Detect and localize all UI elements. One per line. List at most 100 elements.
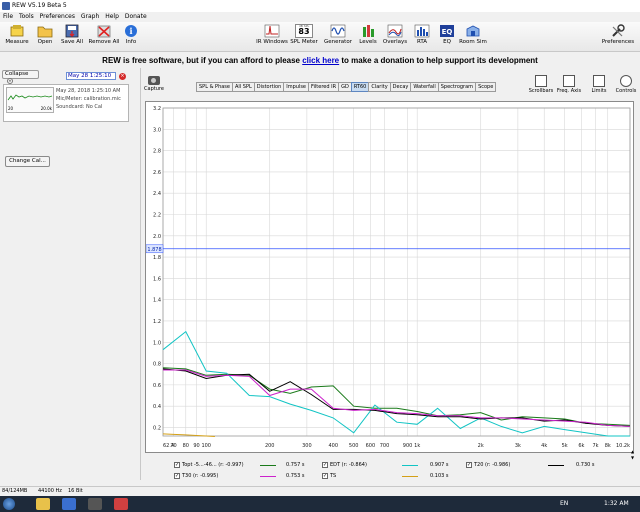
scrollbars-button[interactable]: Scrollbars	[528, 74, 554, 98]
generator-button[interactable]: Generator	[322, 24, 354, 51]
tab-decay[interactable]: Decay	[389, 82, 412, 92]
legend-t20-checkbox[interactable]: ✓	[466, 461, 472, 468]
donate-link[interactable]: click here	[302, 56, 339, 65]
tab-scope[interactable]: Scope	[475, 82, 497, 92]
x-tick-label: 90	[193, 443, 199, 449]
ir-windows-button[interactable]: IR Windows	[256, 24, 288, 51]
change-cal-button[interactable]: Change Cal...	[5, 156, 50, 167]
legend-t30[interactable]: ✓ T30 (r: -0.995) 0.753 s	[174, 472, 305, 481]
y-tick-label: 1.6	[153, 276, 161, 282]
legend-t20-swatch	[548, 465, 564, 466]
overlays-button[interactable]: Overlays	[381, 24, 409, 51]
x-tick-label: 300	[302, 443, 312, 449]
remove-all-icon	[96, 24, 112, 38]
tab-spl-phase[interactable]: SPL & Phase	[196, 82, 233, 92]
legend-t30-name: T30 (r: -0.995)	[182, 473, 219, 479]
controls-icon	[620, 75, 632, 87]
legend-ts-name: TS	[330, 473, 337, 479]
legend-topt-checkbox[interactable]: ✓	[174, 461, 180, 468]
app-taskbar-icon[interactable]	[88, 498, 102, 510]
tab-waterfall[interactable]: Waterfall	[410, 82, 439, 92]
room-sim-button[interactable]: Room Sim	[458, 24, 488, 51]
scroll-up-icon[interactable]: ▲	[631, 449, 634, 454]
y-tick-label: 0.4	[153, 404, 161, 410]
legend-edt-checkbox[interactable]: ✓	[322, 461, 328, 468]
legend-topt[interactable]: ✓ Topt -5...-46... (r: -0.997) 0.757 s	[174, 461, 305, 470]
browser-taskbar-icon[interactable]	[62, 498, 76, 510]
preferences-button[interactable]: Preferences	[600, 24, 636, 51]
rt60-chart: 3.2 3.0 2.8 2.6 2.4 2.2 2.0 1.8 1.6 1.4 1.2 1.0 0.8 0…	[146, 106, 631, 449]
rta-button[interactable]: RTA	[408, 24, 436, 51]
y-tick-label: 1.2	[153, 319, 161, 325]
scrollbars-label: Scrollbars	[528, 88, 554, 94]
y-tick-label: 3.0	[153, 127, 161, 133]
menu-graph[interactable]: Graph	[81, 13, 99, 20]
menu-bar: File Tools Preferences Graph Help Donate	[0, 12, 640, 22]
collapse-button[interactable]: Collapse «	[2, 70, 39, 84]
legend-ts[interactable]: ✓ TS 0.103 s	[322, 472, 449, 481]
graph-scroll-arrows[interactable]: ▲ ▼	[631, 449, 639, 461]
eq-icon: EQ	[439, 24, 455, 38]
tab-clarity[interactable]: Clarity	[368, 82, 391, 92]
clock[interactable]: 1:32 AM	[604, 499, 629, 509]
preferences-icon	[610, 24, 626, 38]
legend-edt-name: EDT (r: -0.864)	[330, 462, 367, 468]
measure-button[interactable]: Measure	[2, 24, 32, 51]
menu-file[interactable]: File	[3, 13, 13, 20]
limits-button[interactable]: Limits	[586, 74, 612, 98]
scroll-down-icon[interactable]: ▼	[631, 455, 634, 460]
y-tick-label: 2.2	[153, 212, 161, 218]
tab-distortion[interactable]: Distortion	[253, 82, 285, 92]
freq-axis-icon	[563, 75, 575, 87]
capture-button[interactable]: Capture	[143, 74, 165, 98]
cursor-label: 1.878	[147, 247, 161, 253]
save-all-button[interactable]: Save All	[57, 24, 87, 51]
banner-text-after: to make a donation to help support its d…	[339, 56, 538, 65]
menu-tools[interactable]: Tools	[19, 13, 34, 20]
limits-label: Limits	[591, 88, 607, 94]
legend-edt[interactable]: ✓ EDT (r: -0.864) 0.907 s	[322, 461, 449, 470]
x-tick-label: 10.2k	[616, 443, 630, 449]
start-button[interactable]	[3, 498, 15, 510]
y-tick-label: 2.6	[153, 170, 161, 176]
remove-measurement-icon[interactable]: ×	[119, 73, 126, 80]
info-button[interactable]: i Info	[116, 24, 146, 51]
rew-window: REW V5.19 Beta 5 File Tools Preferences …	[0, 0, 640, 496]
x-tick-label: 1k	[414, 443, 420, 449]
spl-meter-readout: 83	[298, 27, 310, 36]
overlays-icon	[387, 24, 403, 38]
thumb-x-end: 20.0k	[40, 106, 52, 111]
legend-t30-checkbox[interactable]: ✓	[174, 472, 180, 479]
menu-help[interactable]: Help	[105, 13, 119, 20]
measurement-name-field[interactable]: May 28 1:25:10	[66, 72, 116, 80]
tab-gd[interactable]: GD	[338, 82, 352, 92]
rew-taskbar-icon[interactable]	[114, 498, 128, 510]
menu-preferences[interactable]: Preferences	[40, 13, 75, 20]
menu-donate[interactable]: Donate	[125, 13, 147, 20]
banner-text-before: REW is free software, but if you can aff…	[102, 56, 303, 65]
x-tick-label: 2k	[478, 443, 484, 449]
legend-topt-name: Topt -5...-46... (r: -0.997)	[182, 462, 244, 468]
measurement-card[interactable]: 20 20.0k May 28, 2018 1:25:10 AM Mic/Met…	[3, 84, 129, 122]
tab-rt60[interactable]: RT60	[350, 82, 370, 92]
eq-button[interactable]: EQ EQ	[433, 24, 461, 51]
graph-tabs: SPL & Phase All SPL Distortion Impulse F…	[196, 82, 497, 92]
ir-windows-label: IR Windows	[256, 39, 288, 45]
tab-spectrogram[interactable]: Spectrogram	[437, 82, 477, 92]
rt60-graph[interactable]: 3.2 3.0 2.8 2.6 2.4 2.2 2.0 1.8 1.6 1.4 1.2 1.0 0.8 0…	[145, 101, 634, 453]
tab-filtered-ir[interactable]: Filtered IR	[308, 82, 340, 92]
controls-button[interactable]: Controls	[613, 74, 639, 98]
tab-all-spl[interactable]: All SPL	[231, 82, 255, 92]
capture-label: Capture	[144, 86, 164, 92]
language-indicator[interactable]: EN	[560, 499, 568, 509]
open-button[interactable]: Open	[30, 24, 60, 51]
legend-ts-checkbox[interactable]: ✓	[322, 472, 328, 479]
levels-button[interactable]: Levels	[353, 24, 383, 51]
freq-axis-button[interactable]: Freq. Axis	[556, 74, 582, 98]
explorer-taskbar-icon[interactable]	[36, 498, 50, 510]
spl-meter-button[interactable]: dB SPL 83 SPL Meter	[288, 24, 320, 51]
tab-impulse[interactable]: Impulse	[283, 82, 310, 92]
legend-t20[interactable]: ✓ T20 (r: -0.986) 0.730 s	[466, 461, 595, 470]
save-icon	[64, 24, 80, 38]
legend-topt-swatch	[260, 465, 276, 466]
